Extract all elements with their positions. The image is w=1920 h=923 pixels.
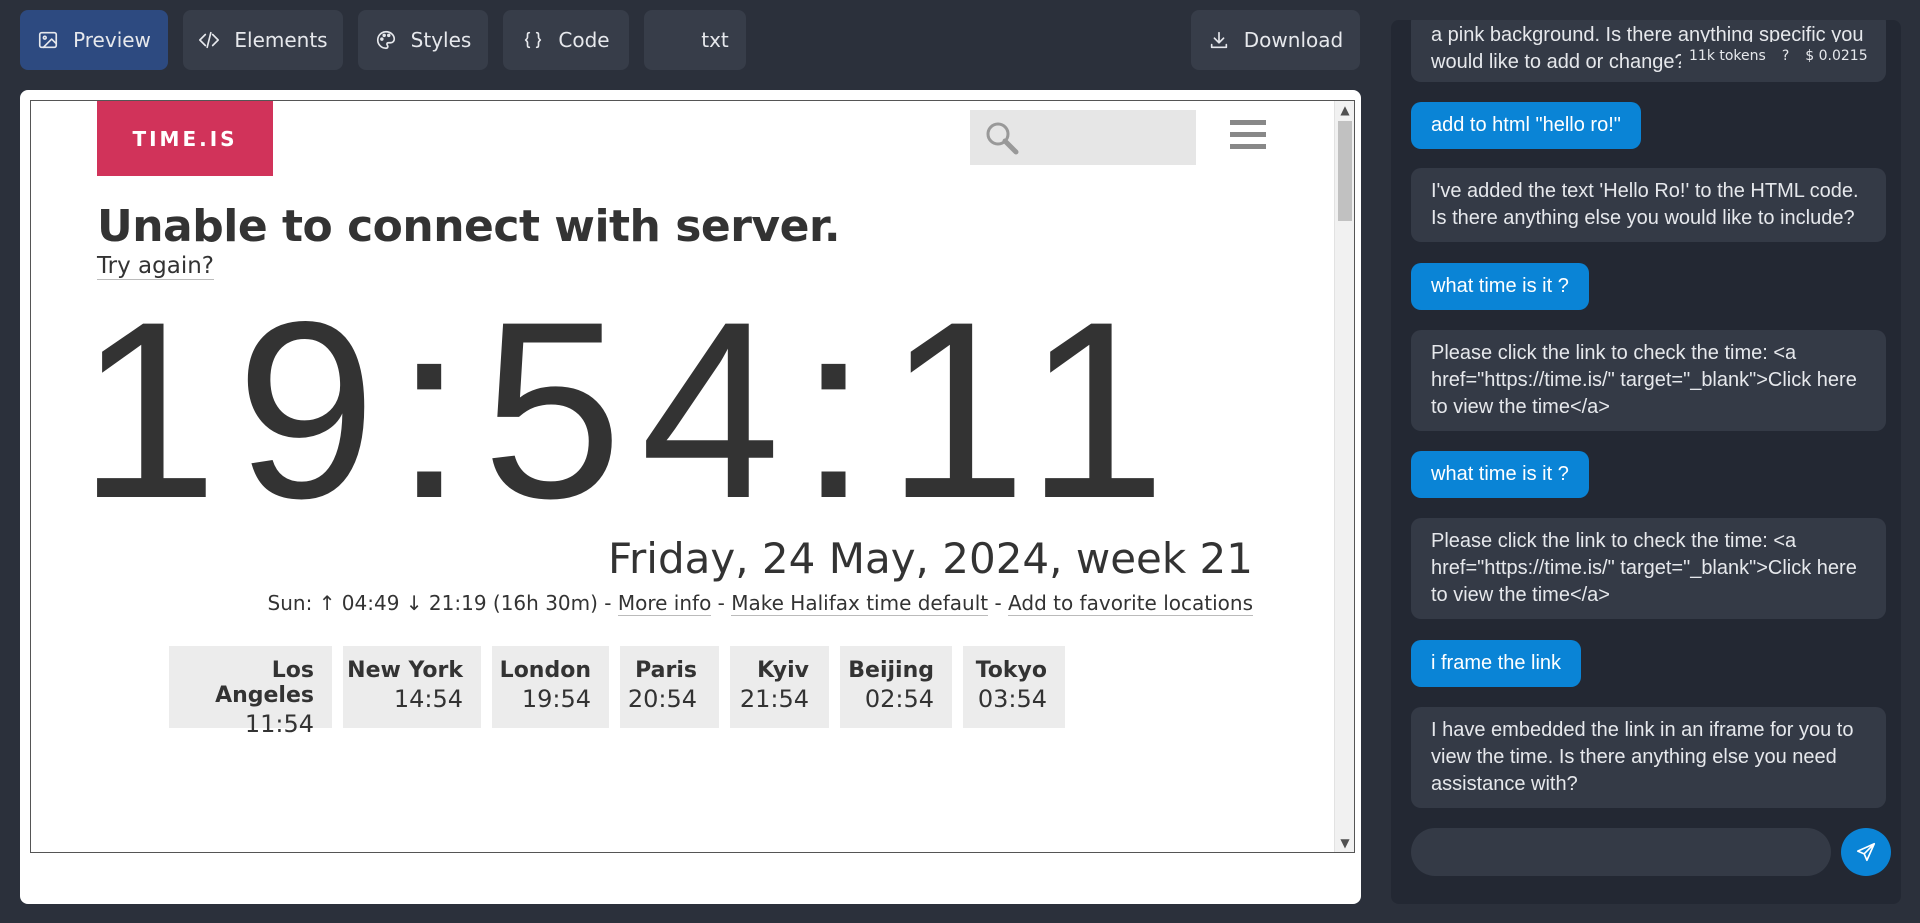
city-time: 14:54	[393, 685, 463, 713]
styles-label: Styles	[410, 28, 472, 52]
token-count: 11k tokens	[1689, 48, 1766, 64]
assistant-message: Please click the link to check the time:…	[1411, 518, 1886, 619]
usage-bar: 11k tokens ? $ 0.0215	[1681, 42, 1876, 70]
braces-icon	[525, 31, 542, 49]
sun-info-line: Sun: ↑ 04:49 ↓ 21:19 (16h 30m) - More in…	[267, 591, 1253, 616]
download-icon	[1210, 31, 1227, 49]
iframe-scrollbar[interactable]: ▲ ▼	[1334, 101, 1354, 852]
error-title: Unable to connect with server.	[97, 201, 841, 252]
code-tag-icon	[199, 31, 220, 49]
user-message: what time is it ?	[1411, 451, 1589, 498]
preview-button[interactable]: Preview	[20, 10, 168, 70]
city-name: Kyiv	[757, 658, 809, 683]
palette-icon	[376, 30, 395, 50]
scroll-up-arrow-icon[interactable]: ▲	[1335, 101, 1354, 119]
site-search-input[interactable]	[970, 110, 1196, 165]
txt-button[interactable]: txt	[644, 10, 746, 70]
separator: -	[988, 591, 1009, 615]
sun-times: Sun: ↑ 04:49 ↓ 21:19 (16h 30m) -	[267, 591, 618, 615]
make-default-link[interactable]: Make Halifax time default	[731, 591, 989, 616]
more-info-link[interactable]: More info	[617, 591, 712, 616]
city-name: London	[499, 658, 591, 683]
city-card[interactable]: New York 14:54	[343, 646, 481, 728]
embedded-site: TIME.IS Unable to connect with server. T…	[31, 101, 1335, 852]
preview-iframe[interactable]: TIME.IS Unable to connect with server. T…	[30, 100, 1355, 853]
chat-input[interactable]	[1411, 828, 1831, 876]
add-favorite-link[interactable]: Add to favorite locations	[1008, 591, 1253, 616]
preview-label: Preview	[73, 28, 151, 52]
preview-panel: TIME.IS Unable to connect with server. T…	[20, 90, 1361, 904]
styles-button[interactable]: Styles	[358, 10, 488, 70]
code-button[interactable]: Code	[503, 10, 629, 70]
site-logo[interactable]: TIME.IS	[97, 101, 273, 176]
download-button[interactable]: Download	[1191, 10, 1360, 70]
city-card[interactable]: Tokyo 03:54	[963, 646, 1065, 728]
magnifier-icon	[986, 122, 1019, 155]
city-card[interactable]: Kyiv 21:54	[730, 646, 829, 728]
user-message: i frame the link	[1411, 640, 1582, 687]
city-name: Beijing	[848, 658, 934, 683]
city-time: 20:54	[627, 685, 697, 713]
download-label: Download	[1243, 28, 1344, 52]
code-label: Code	[558, 28, 610, 52]
send-button[interactable]	[1841, 828, 1891, 876]
send-icon	[1856, 842, 1876, 862]
elements-button[interactable]: Elements	[183, 10, 343, 70]
separator: -	[711, 591, 732, 615]
city-card[interactable]: Los Angeles 11:54	[169, 646, 332, 738]
assistant-message: I have embedded the link in an iframe fo…	[1411, 707, 1886, 808]
user-message: add to html "hello ro!"	[1411, 102, 1641, 149]
elements-label: Elements	[234, 28, 328, 52]
city-name: Paris	[635, 658, 697, 683]
city-time: 19:54	[521, 685, 591, 713]
city-name: New York	[347, 658, 463, 683]
scroll-down-arrow-icon[interactable]: ▼	[1335, 834, 1354, 852]
city-card[interactable]: London 19:54	[492, 646, 609, 728]
txt-label: txt	[701, 28, 729, 52]
city-card[interactable]: Beijing 02:54	[840, 646, 952, 728]
toolbar: Preview Elements Styles Code txt Downloa…	[20, 10, 1360, 70]
city-time: 02:54	[864, 685, 934, 713]
user-message: what time is it ?	[1411, 263, 1589, 310]
chat-panel: a pink background. Is there anything spe…	[1391, 20, 1901, 904]
city-name: Tokyo	[975, 658, 1047, 683]
clock-display: 19:54:11	[77, 270, 1185, 551]
city-time: 21:54	[739, 685, 809, 713]
date-line: Friday, 24 May, 2024, week 21	[607, 534, 1253, 583]
city-card[interactable]: Paris 20:54	[620, 646, 719, 728]
city-time: 03:54	[977, 685, 1047, 713]
help-icon[interactable]: ?	[1782, 48, 1789, 64]
image-icon	[38, 31, 58, 49]
assistant-message: I've added the text 'Hello Ro!' to the H…	[1411, 168, 1886, 242]
city-time: 11:54	[244, 710, 314, 738]
scroll-thumb[interactable]	[1338, 121, 1352, 221]
cost-display: $ 0.0215	[1805, 48, 1868, 64]
hamburger-menu-icon[interactable]	[1230, 120, 1266, 154]
assistant-message: Please click the link to check the time:…	[1411, 330, 1886, 431]
city-name: Los Angeles	[215, 658, 314, 708]
